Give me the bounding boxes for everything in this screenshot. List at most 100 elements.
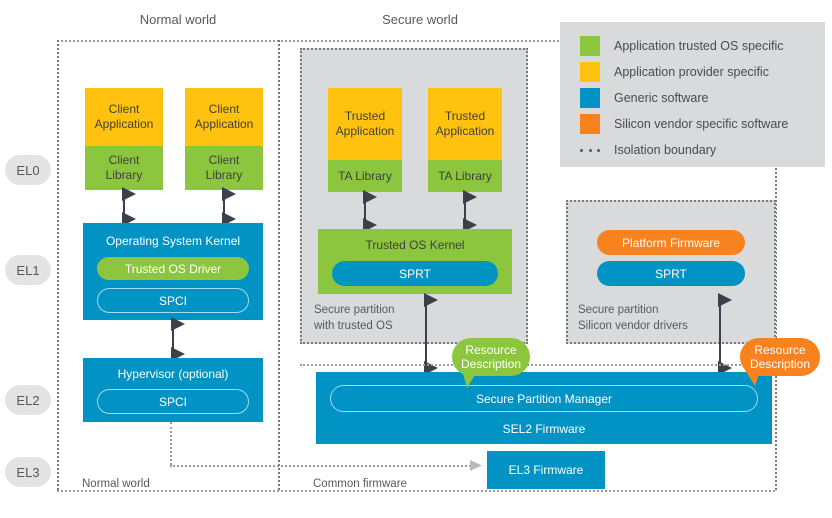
client-library-2-line2: Library [205, 168, 243, 182]
secure-partition-manager-pill: Secure Partition Manager [330, 385, 758, 412]
exception-level-badge-el0: EL0 [5, 155, 51, 185]
ta-library-1-label: TA Library [338, 169, 392, 183]
arrow-ta-library-2-to-trusted-os [463, 190, 477, 232]
legend-panel: Application trusted OS specific Applicat… [560, 22, 825, 167]
arrow-kernel-to-hypervisor [171, 317, 185, 361]
trusted-application-2-line1: Trusted [444, 109, 486, 123]
trusted-os-kernel-block: Trusted OS Kernel SPRT [318, 229, 512, 294]
spci-pill-kernel: SPCI [97, 288, 249, 313]
legend-label-3: Silicon vendor specific software [614, 117, 789, 131]
sprt-pill-trusted-os: SPRT [332, 261, 498, 286]
hypervisor-block: Hypervisor (optional) SPCI [83, 358, 263, 422]
trusted-os-caption-line1: Secure partition [314, 304, 395, 316]
platform-firmware-pill: Platform Firmware [597, 230, 745, 255]
trusted-os-driver-label: Trusted OS Driver [124, 261, 222, 276]
ta-library-2-label: TA Library [438, 169, 492, 183]
legend-dots-icon [580, 148, 600, 152]
client-application-block-1: Client Application [85, 88, 163, 146]
client-application-1-line1: Client [108, 102, 140, 116]
arrow-trusted-os-to-sel2 [424, 293, 438, 375]
os-kernel-title: Operating System Kernel [105, 234, 241, 248]
sprt-trusted-os-label: SPRT [399, 266, 431, 281]
trusted-application-1-line2: Application [335, 124, 395, 138]
legend-label-4: Isolation boundary [614, 143, 717, 157]
trusted-application-block-2: Trusted Application [428, 88, 502, 160]
operating-system-kernel-block: Operating System Kernel Trusted OS Drive… [83, 223, 263, 320]
legend-swatch-yellow [580, 62, 600, 82]
client-library-2-line1: Client [208, 153, 240, 167]
sprt-pill-vendor: SPRT [597, 261, 745, 286]
trusted-application-1-line1: Trusted [344, 109, 386, 123]
el3-firmware-label: EL3 Firmware [508, 463, 584, 477]
spci-kernel-label: SPCI [158, 293, 187, 308]
legend-label-1: Application provider specific [614, 65, 769, 79]
el3-label: EL3 [16, 464, 40, 480]
legend-item-application-provider: Application provider specific [560, 59, 825, 85]
exception-level-badge-el1: EL1 [5, 255, 51, 285]
common-firmware-footer-label: Common firmware [313, 478, 407, 490]
resource-description-callout-left: Resource Description [452, 338, 530, 376]
el0-label: EL0 [16, 162, 40, 178]
client-application-block-2: Client Application [185, 88, 263, 146]
legend-swatch-blue [580, 88, 600, 108]
exception-level-badge-el3: EL3 [5, 457, 51, 487]
secure-partition-manager-label: Secure Partition Manager [475, 391, 613, 406]
el2-label: EL2 [16, 392, 40, 408]
sel2-boundary-top [300, 364, 776, 366]
ta-library-block-2: TA Library [428, 160, 502, 192]
trusted-application-2-line2: Application [435, 124, 495, 138]
architecture-diagram: Normal world Secure world EL0 EL1 EL2 EL… [0, 0, 832, 518]
resource-description-right-line1: Resource [754, 342, 806, 357]
normal-world-footer-label: Normal world [82, 478, 150, 490]
legend-item-generic-software: Generic software [560, 85, 825, 111]
legend-label-2: Generic software [614, 91, 709, 105]
client-library-1-line2: Library [105, 168, 143, 182]
hypervisor-to-el3-connector-horizontal [170, 465, 478, 467]
resource-description-callout-right: Resource Description [740, 338, 820, 376]
platform-firmware-label: Platform Firmware [621, 235, 720, 250]
legend-item-application-trusted-os: Application trusted OS specific [560, 33, 825, 59]
trusted-application-block-1: Trusted Application [328, 88, 402, 160]
ta-library-block-1: TA Library [328, 160, 402, 192]
hypervisor-to-el3-connector-vertical [170, 422, 172, 465]
sel2-firmware-title: SEL2 Firmware [502, 422, 586, 436]
trusted-os-driver-pill: Trusted OS Driver [97, 257, 249, 280]
world-divider-boundary [278, 40, 280, 490]
arrow-common-firmware-head [470, 460, 482, 471]
client-application-2-line1: Client [208, 102, 240, 116]
normal-world-boundary-bottom [57, 490, 775, 492]
resource-description-right-line2: Description [749, 357, 811, 371]
legend-swatch-green [580, 36, 600, 56]
sprt-vendor-label: SPRT [655, 266, 687, 281]
spci-hypervisor-label: SPCI [158, 394, 187, 409]
client-library-1-line1: Client [108, 153, 140, 167]
arrow-ta-library-1-to-trusted-os [363, 190, 377, 232]
exception-level-badge-el2: EL2 [5, 385, 51, 415]
client-application-2-line2: Application [194, 117, 254, 131]
resource-description-left-line2: Description [460, 357, 522, 371]
el1-label: EL1 [16, 262, 40, 278]
arrow-client-library-1-to-kernel [122, 187, 136, 226]
legend-item-isolation-boundary: Isolation boundary [560, 137, 825, 163]
secure-partition-trusted-os-caption: Secure partition with trusted OS [314, 303, 395, 334]
spci-pill-hypervisor: SPCI [97, 389, 249, 414]
client-library-block-1: Client Library [85, 146, 163, 190]
legend-label-0: Application trusted OS specific [614, 39, 784, 53]
arrow-client-library-2-to-kernel [222, 187, 236, 226]
client-library-block-2: Client Library [185, 146, 263, 190]
legend-item-silicon-vendor: Silicon vendor specific software [560, 111, 825, 137]
resource-description-left-line1: Resource [465, 342, 517, 357]
secure-world-title: Secure world [382, 12, 458, 27]
vendor-caption-line2: Silicon vendor drivers [578, 319, 688, 332]
vendor-caption-line1: Secure partition [578, 304, 659, 316]
legend-swatch-orange [580, 114, 600, 134]
trusted-os-kernel-title: Trusted OS Kernel [365, 238, 465, 252]
trusted-os-caption-line2: with trusted OS [314, 319, 393, 332]
arrow-vendor-partition-to-sel2 [718, 293, 732, 375]
el3-firmware-block: EL3 Firmware [487, 451, 605, 489]
sel2-firmware-block: Secure Partition Manager SEL2 Firmware [316, 372, 772, 444]
normal-world-title: Normal world [139, 12, 217, 27]
client-application-1-line2: Application [94, 117, 154, 131]
hypervisor-title: Hypervisor (optional) [117, 367, 229, 381]
normal-world-boundary-left [57, 40, 59, 490]
